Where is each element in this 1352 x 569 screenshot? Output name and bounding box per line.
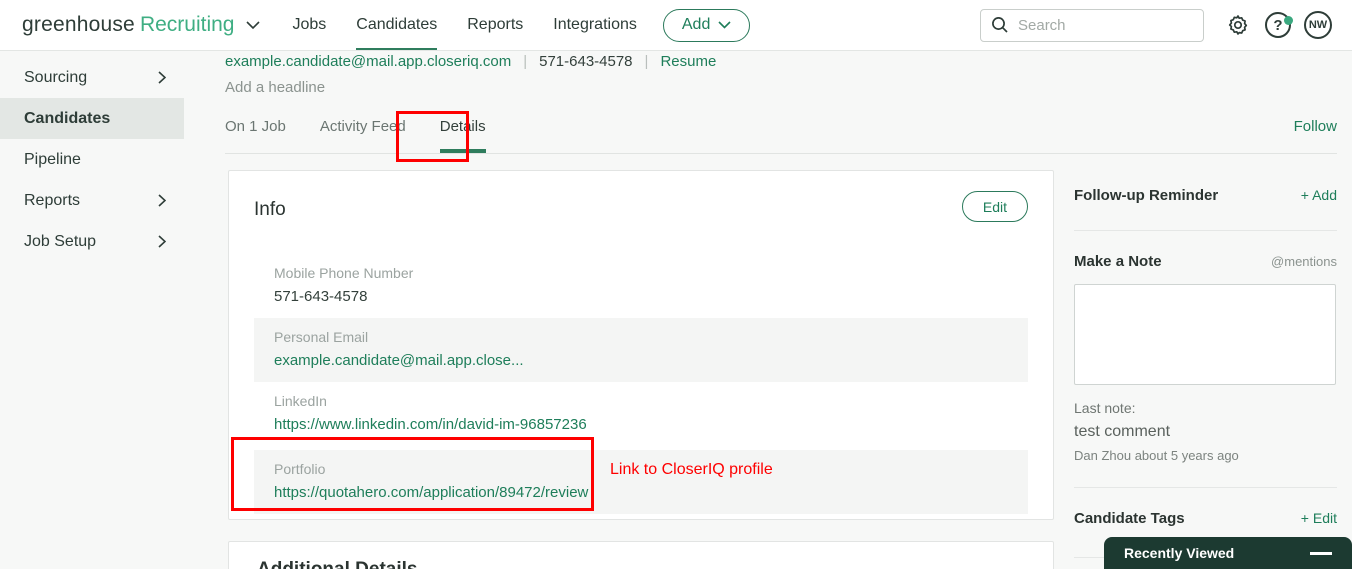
user-menu[interactable]: NW bbox=[1298, 11, 1338, 39]
resume-link[interactable]: Resume bbox=[660, 53, 716, 70]
nav-item-integrations[interactable]: Integrations bbox=[553, 0, 637, 50]
personal-email-link[interactable]: example.candidate@mail.app.close... bbox=[274, 352, 1008, 369]
tab-details[interactable]: Details bbox=[439, 118, 486, 153]
sidebar-item-label: Candidates bbox=[24, 109, 111, 127]
sidebar-item-sourcing[interactable]: Sourcing bbox=[0, 57, 184, 98]
last-note-meta: Dan Zhou about 5 years ago bbox=[1074, 448, 1239, 463]
separator: | bbox=[644, 53, 649, 70]
add-button-label: Add bbox=[681, 16, 711, 33]
info-card-title: Info bbox=[254, 199, 286, 220]
make-a-note-title: Make a Note bbox=[1074, 253, 1162, 270]
chevron-down-icon bbox=[718, 21, 731, 29]
sidebar-item-reports[interactable]: Reports bbox=[0, 180, 184, 221]
right-panel: Follow Follow-up Reminder + Add Make a N… bbox=[1074, 118, 1337, 569]
edit-button[interactable]: Edit bbox=[961, 191, 1028, 222]
logo-text-primary: greenhouse bbox=[22, 13, 135, 36]
portfolio-link[interactable]: https://quotahero.com/application/89472/… bbox=[274, 484, 1008, 501]
field-row-portfolio: Portfolio https://quotahero.com/applicat… bbox=[254, 450, 1028, 514]
divider bbox=[1074, 487, 1337, 488]
gear-icon bbox=[1228, 15, 1248, 35]
settings-button[interactable] bbox=[1218, 13, 1258, 37]
sidebar-item-job-setup[interactable]: Job Setup bbox=[0, 221, 184, 262]
follow-up-reminder-title: Follow-up Reminder bbox=[1074, 187, 1219, 204]
last-note-label: Last note: bbox=[1074, 400, 1136, 416]
additional-details-title: Additional Details bbox=[257, 559, 1025, 569]
nav-item-candidates[interactable]: Candidates bbox=[356, 0, 438, 50]
note-textarea[interactable] bbox=[1074, 284, 1336, 385]
last-note-text: test comment bbox=[1074, 423, 1171, 440]
help-button[interactable]: ? bbox=[1258, 12, 1298, 38]
field-label: LinkedIn bbox=[274, 393, 327, 409]
global-search[interactable] bbox=[980, 8, 1204, 42]
left-sidebar: Sourcing Candidates Pipeline Reports Job… bbox=[0, 51, 184, 262]
additional-details-card: Additional Details bbox=[228, 541, 1054, 569]
chevron-right-icon bbox=[158, 194, 166, 207]
topbar-right-cluster: ? NW bbox=[980, 8, 1338, 42]
greenhouse-logo[interactable]: greenhouse Recruiting bbox=[22, 13, 261, 37]
sidebar-item-pipeline[interactable]: Pipeline bbox=[0, 139, 184, 180]
chevron-right-icon bbox=[158, 71, 166, 84]
tab-activity-feed[interactable]: Activity Feed bbox=[320, 118, 406, 153]
field-value: 571-643-4578 bbox=[274, 288, 368, 305]
chevron-right-icon bbox=[158, 235, 166, 248]
sidebar-item-label: Sourcing bbox=[24, 68, 88, 86]
candidate-phone: 571-643-4578 bbox=[539, 53, 633, 70]
search-icon bbox=[992, 17, 1008, 33]
field-row-personal-email: Personal Email example.candidate@mail.ap… bbox=[254, 318, 1028, 382]
nav-item-jobs[interactable]: Jobs bbox=[292, 0, 326, 50]
field-label: Personal Email bbox=[274, 329, 369, 345]
candidate-header: example.candidate@mail.app.closeriq.com … bbox=[225, 53, 1055, 96]
annotation-text: Link to CloserIQ profile bbox=[610, 461, 773, 478]
notification-dot bbox=[1284, 16, 1293, 25]
sidebar-item-label: Job Setup bbox=[24, 232, 97, 250]
field-label: Mobile Phone Number bbox=[274, 265, 414, 281]
field-row-mobile-phone: Mobile Phone Number 571-643-4578 bbox=[254, 254, 1028, 318]
divider bbox=[1074, 230, 1337, 231]
separator: | bbox=[523, 53, 528, 70]
candidate-tabs: On 1 Job Activity Feed Details bbox=[225, 118, 486, 153]
minimize-icon[interactable] bbox=[1310, 551, 1332, 555]
recently-viewed-tray[interactable]: Recently Viewed bbox=[1104, 537, 1352, 569]
follow-link[interactable]: Follow bbox=[1294, 118, 1337, 135]
add-headline-field[interactable]: Add a headline bbox=[225, 79, 1055, 96]
tab-on-1-job[interactable]: On 1 Job bbox=[225, 118, 286, 153]
top-navigation-bar: greenhouse Recruiting Jobs Candidates Re… bbox=[0, 0, 1352, 51]
logo-text-secondary: Recruiting bbox=[139, 13, 235, 36]
search-input[interactable] bbox=[1018, 16, 1178, 34]
avatar: NW bbox=[1304, 11, 1332, 39]
nav-item-reports[interactable]: Reports bbox=[467, 0, 523, 50]
recently-viewed-title: Recently Viewed bbox=[1124, 545, 1235, 561]
add-reminder-link[interactable]: + Add bbox=[1301, 187, 1337, 203]
linkedin-link[interactable]: https://www.linkedin.com/in/david-im-968… bbox=[274, 416, 1008, 433]
chevron-down-icon bbox=[246, 20, 261, 30]
candidate-email-link[interactable]: example.candidate@mail.app.closeriq.com bbox=[225, 53, 511, 70]
primary-nav: Jobs Candidates Reports Integrations bbox=[292, 0, 637, 50]
sidebar-item-candidates[interactable]: Candidates bbox=[0, 98, 184, 139]
sidebar-item-label: Pipeline bbox=[24, 150, 81, 168]
candidate-tags-title: Candidate Tags bbox=[1074, 510, 1185, 527]
edit-tags-link[interactable]: + Edit bbox=[1301, 510, 1337, 526]
sidebar-item-label: Reports bbox=[24, 191, 81, 209]
field-row-linkedin: LinkedIn https://www.linkedin.com/in/dav… bbox=[254, 382, 1028, 446]
add-button[interactable]: Add bbox=[662, 8, 751, 42]
mentions-hint: @mentions bbox=[1271, 254, 1337, 269]
